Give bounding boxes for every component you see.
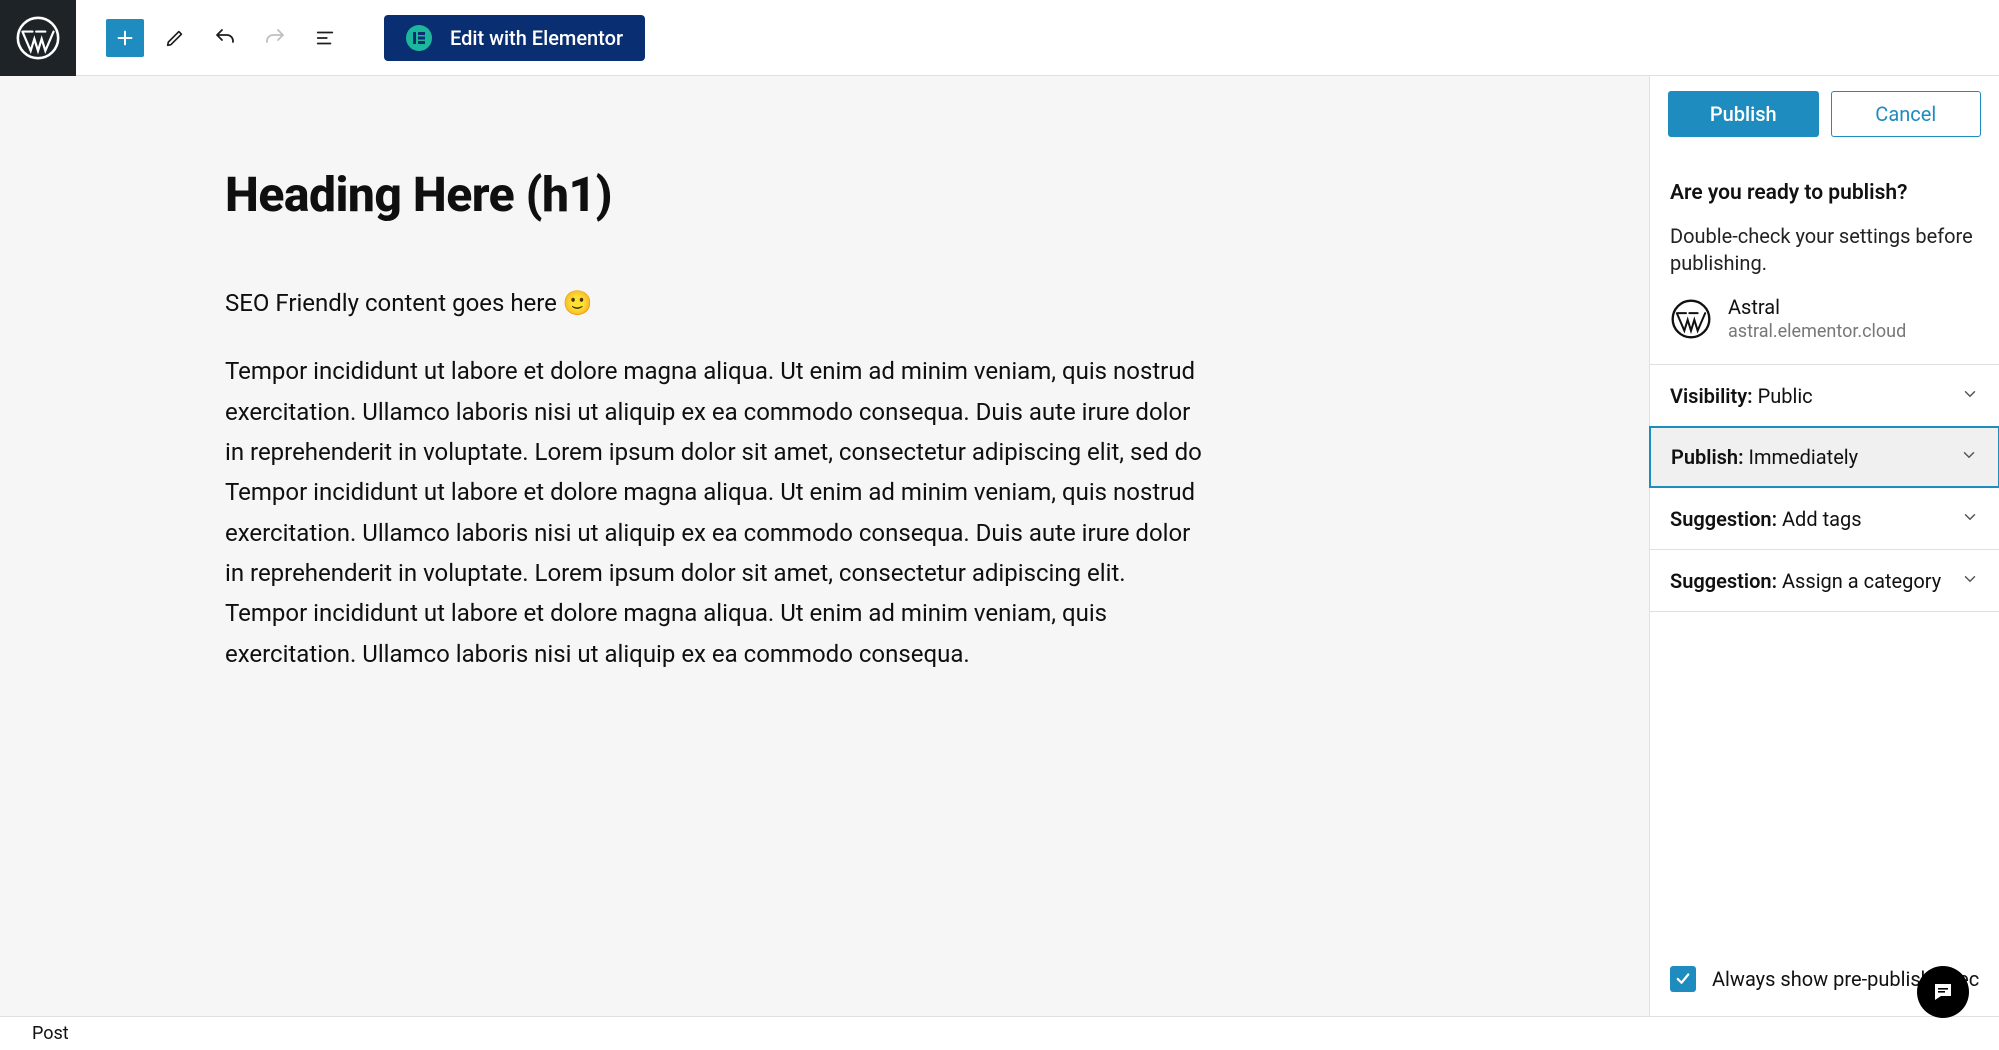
- suggestion-tags-row[interactable]: Suggestion: Add tags: [1650, 488, 1999, 550]
- publish-time-value: Immediately: [1749, 445, 1859, 469]
- status-bar: Post: [0, 1016, 1999, 1050]
- post-body-paragraph[interactable]: Tempor incididunt ut labore et dolore ma…: [225, 351, 1205, 674]
- redo-button[interactable]: [256, 19, 294, 57]
- edit-tool-button[interactable]: [156, 19, 194, 57]
- site-logo-icon: [1670, 298, 1712, 340]
- undo-icon: [213, 26, 237, 50]
- site-info-row: Astral astral.elementor.cloud: [1650, 295, 1999, 365]
- publish-time-setting-row[interactable]: Publish: Immediately: [1649, 426, 1999, 488]
- chat-icon: [1931, 980, 1955, 1004]
- post-content[interactable]: SEO Friendly content goes here 🙂 Tempor …: [225, 283, 1205, 674]
- chevron-down-icon: [1961, 384, 1979, 408]
- pencil-icon: [164, 27, 186, 49]
- site-url: astral.elementor.cloud: [1728, 321, 1906, 342]
- wp-logo-button[interactable]: [0, 0, 76, 76]
- main-area: Heading Here (h1) SEO Friendly content g…: [0, 76, 1999, 1016]
- publish-actions: Publish Cancel: [1650, 76, 1999, 151]
- visibility-setting-row[interactable]: Visibility: Public: [1650, 365, 1999, 427]
- post-lead-paragraph[interactable]: SEO Friendly content goes here 🙂: [225, 283, 1205, 323]
- visibility-value: Public: [1758, 384, 1813, 408]
- edit-with-elementor-button[interactable]: Edit with Elementor: [384, 15, 645, 61]
- add-block-button[interactable]: [106, 19, 144, 57]
- document-overview-button[interactable]: [306, 19, 344, 57]
- publish-button[interactable]: Publish: [1668, 91, 1819, 137]
- chevron-down-icon: [1961, 569, 1979, 593]
- site-name: Astral: [1728, 295, 1906, 319]
- suggestion-tags-value: Add tags: [1782, 507, 1862, 531]
- wordpress-icon: [16, 16, 60, 60]
- list-view-icon: [314, 27, 336, 49]
- publish-panel: Publish Cancel Are you ready to publish?…: [1649, 76, 1999, 1016]
- chevron-down-icon: [1960, 445, 1978, 469]
- suggestion-label: Suggestion:: [1670, 569, 1777, 593]
- undo-button[interactable]: [206, 19, 244, 57]
- checkbox-checked-icon[interactable]: [1670, 966, 1696, 992]
- visibility-label: Visibility:: [1670, 384, 1753, 408]
- elementor-icon: [406, 25, 432, 51]
- suggestion-category-value: Assign a category: [1782, 569, 1941, 593]
- publish-time-label: Publish:: [1671, 445, 1744, 469]
- post-title[interactable]: Heading Here (h1): [225, 166, 1649, 223]
- chat-bubble-button[interactable]: [1917, 966, 1969, 1018]
- breadcrumb[interactable]: Post: [32, 1023, 69, 1044]
- redo-icon: [263, 26, 287, 50]
- editor-toolbar: Edit with Elementor: [0, 0, 1999, 76]
- suggestion-category-row[interactable]: Suggestion: Assign a category: [1650, 550, 1999, 612]
- cancel-button[interactable]: Cancel: [1831, 91, 1982, 137]
- publish-panel-heading: Are you ready to publish?: [1650, 151, 1999, 215]
- publish-panel-subtext: Double-check your settings before publis…: [1650, 215, 1999, 295]
- chevron-down-icon: [1961, 507, 1979, 531]
- suggestion-label: Suggestion:: [1670, 507, 1777, 531]
- plus-icon: [114, 27, 136, 49]
- elementor-button-label: Edit with Elementor: [450, 26, 623, 50]
- editor-canvas[interactable]: Heading Here (h1) SEO Friendly content g…: [0, 76, 1649, 1016]
